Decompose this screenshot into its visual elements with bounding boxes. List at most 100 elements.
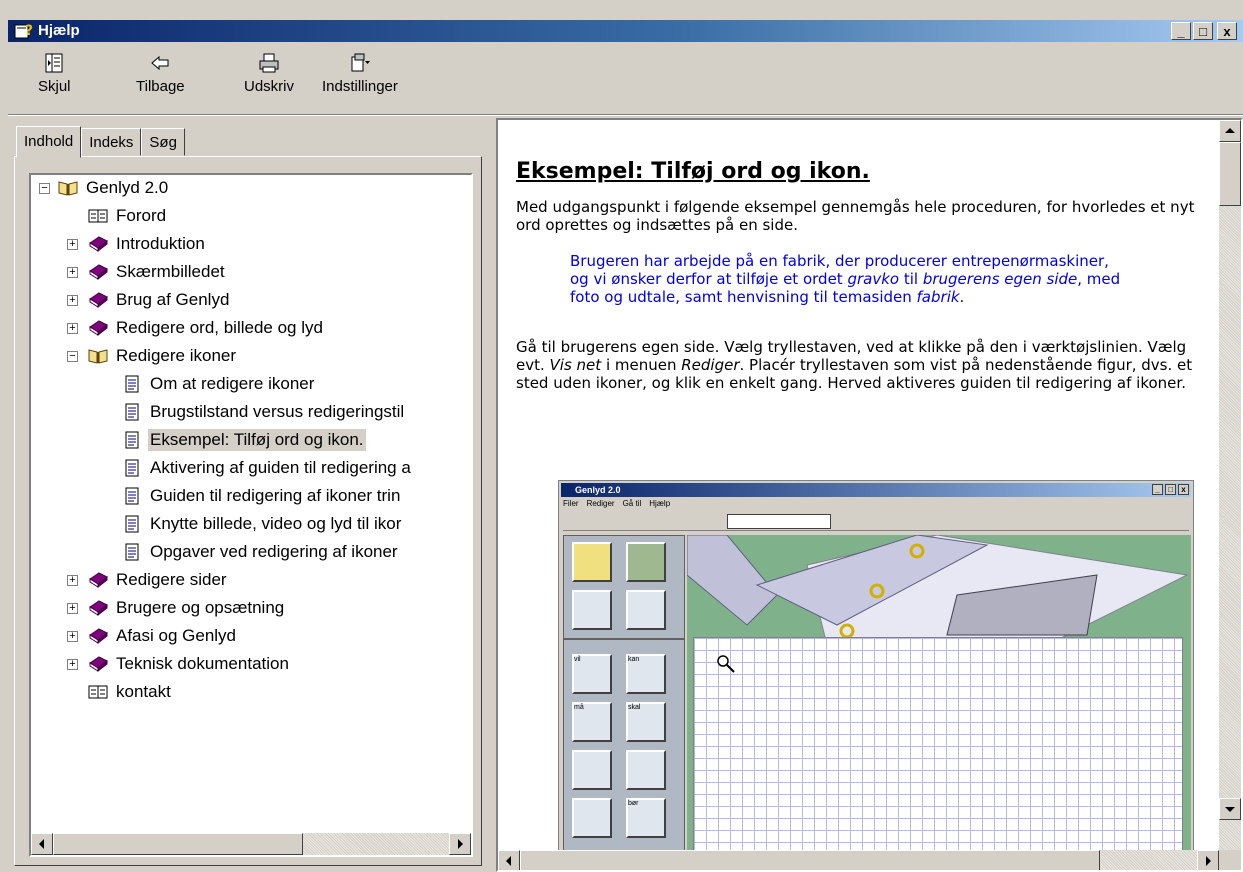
back-button[interactable]: Tilbage xyxy=(136,52,185,95)
title-bar[interactable]: ? Hjælp _ □ x xyxy=(8,20,1243,42)
maximize-button[interactable]: □ xyxy=(1193,22,1213,40)
expand-toggle[interactable]: + xyxy=(67,267,78,278)
navigation-pane: Indhold Indeks Søg − Genlyd 2.0 Forord +… xyxy=(8,118,486,872)
figure-cell-body xyxy=(572,798,612,838)
scroll-right-button[interactable] xyxy=(1197,850,1219,870)
hide-label: Skjul xyxy=(38,78,71,95)
collapse-toggle[interactable]: − xyxy=(39,183,50,194)
figure-cell-person-a xyxy=(572,750,612,790)
tree-node-knytte[interactable]: Knytte billede, video og lyd til ikor xyxy=(121,511,403,537)
magic-wand-cursor-icon xyxy=(717,655,735,673)
tree-node-eksempel-selected[interactable]: Eksempel: Tilføj ord og ikon. xyxy=(121,427,366,453)
figure-title: Genlyd 2.0 xyxy=(575,485,621,495)
back-label: Tilbage xyxy=(136,78,185,95)
scroll-down-button[interactable] xyxy=(1219,798,1241,820)
closed-book-icon xyxy=(89,628,108,645)
tree-node-teknisk[interactable]: Teknisk dokumentation xyxy=(87,651,291,677)
toolbar: Skjul Tilbage Udskriv Indstillinger xyxy=(8,44,1243,114)
tree-node-brugere[interactable]: Brugere og opsætning xyxy=(87,595,286,621)
open-book-icon xyxy=(58,181,78,196)
figure-titlebar: Genlyd 2.0 _ □ x xyxy=(561,483,1191,497)
tree-node-kontakt[interactable]: kontakt xyxy=(87,679,173,705)
printer-icon xyxy=(259,53,279,73)
document-page-icon xyxy=(125,375,139,393)
help-topic-book-icon xyxy=(88,209,108,223)
document-page-icon xyxy=(125,515,139,533)
expand-toggle[interactable]: + xyxy=(67,575,78,586)
tree-node-brug-af-genlyd[interactable]: Brug af Genlyd xyxy=(87,287,231,313)
topic-horizontal-scrollbar[interactable] xyxy=(498,850,1219,870)
scroll-left-button[interactable] xyxy=(31,833,53,855)
expand-toggle[interactable]: + xyxy=(67,603,78,614)
topic-vertical-scrollbar[interactable] xyxy=(1219,120,1241,850)
contents-tree: − Genlyd 2.0 Forord + Introduktion + Skæ… xyxy=(29,173,473,857)
figure-menu-item: Rediger xyxy=(586,499,615,508)
scroll-thumb[interactable] xyxy=(53,833,303,855)
tree-node-root[interactable]: Genlyd 2.0 xyxy=(57,175,170,201)
figure-menu-item: Filer xyxy=(563,499,579,508)
document-page-icon xyxy=(125,487,139,505)
scroll-up-button[interactable] xyxy=(1219,120,1241,142)
figure-menubar: Filer Rediger Gå til Hjælp xyxy=(563,499,670,508)
topic-heading: Eksempel: Tilføj ord og ikon. xyxy=(516,159,870,184)
scroll-thumb[interactable] xyxy=(520,850,1100,870)
help-window: ? Hjælp _ □ x Skjul Tilbage Udskriv Inds… xyxy=(0,0,1243,872)
figure-minimize-icon: _ xyxy=(1152,484,1163,495)
tree-node-redigere-sider[interactable]: Redigere sider xyxy=(87,567,229,593)
expand-toggle[interactable]: + xyxy=(67,239,78,250)
minimize-button[interactable]: _ xyxy=(1171,22,1191,40)
pane-splitter[interactable] xyxy=(486,118,496,872)
tree-horizontal-scrollbar[interactable] xyxy=(31,833,471,855)
figure-close-icon: x xyxy=(1178,484,1189,495)
figure-cell-bor: bør xyxy=(626,798,666,838)
scroll-right-button[interactable] xyxy=(449,833,471,855)
figure-toolbar xyxy=(563,513,1189,531)
tab-contents[interactable]: Indhold xyxy=(16,126,82,158)
figure-grid-area xyxy=(693,637,1183,870)
expand-toggle[interactable]: + xyxy=(67,659,78,670)
tree-node-forord[interactable]: Forord xyxy=(87,203,168,229)
close-button[interactable]: x xyxy=(1217,22,1237,40)
tree-node-opgaver[interactable]: Opgaver ved redigering af ikoner xyxy=(121,539,400,565)
window-title: Hjælp xyxy=(38,22,80,39)
tree-node-redigere-ord[interactable]: Redigere ord, billede og lyd xyxy=(87,315,325,341)
contents-tab-panel: − Genlyd 2.0 Forord + Introduktion + Skæ… xyxy=(14,156,482,866)
tree-node-redigere-ikoner[interactable]: Redigere ikoner xyxy=(87,343,238,369)
tab-search[interactable]: Søg xyxy=(141,128,185,156)
scroll-left-button[interactable] xyxy=(498,850,520,870)
figure-menu-item: Gå til xyxy=(622,499,642,508)
tree-node-om-at-redigere[interactable]: Om at redigere ikoner xyxy=(121,371,316,397)
tree-node-aktivering[interactable]: Aktivering af guiden til redigering a xyxy=(121,455,413,481)
collapse-toggle[interactable]: − xyxy=(67,351,78,362)
scroll-thumb[interactable] xyxy=(1219,142,1241,206)
options-icon xyxy=(351,53,370,72)
tab-index[interactable]: Indeks xyxy=(81,128,142,156)
figure-panel-divider xyxy=(564,638,684,640)
example-screenshot-figure: Genlyd 2.0 _ □ x Filer Rediger Gå til Hj… xyxy=(558,480,1194,870)
figure-cell-maa: må xyxy=(572,702,612,742)
hide-button[interactable]: Skjul xyxy=(38,52,71,95)
tree-node-skaermbilledet[interactable]: Skærmbilledet xyxy=(87,259,227,285)
closed-book-icon xyxy=(89,264,108,281)
tree-node-guiden[interactable]: Guiden til redigering af ikoner trin xyxy=(121,483,402,509)
intro-paragraph: Med udgangspunkt i følgende eksempel gen… xyxy=(516,198,1195,234)
figure-cell-skal: skal xyxy=(626,702,666,742)
options-button[interactable]: Indstillinger xyxy=(322,52,398,95)
tree-node-brugstilstand[interactable]: Brugstilstand versus redigeringstil xyxy=(121,399,406,425)
print-button[interactable]: Udskriv xyxy=(244,52,294,95)
closed-book-icon xyxy=(89,292,108,309)
figure-book-icon xyxy=(572,590,612,630)
left-arrow-icon xyxy=(506,856,511,866)
nav-tabs: Indhold Indeks Søg xyxy=(16,126,185,158)
figure-cell-kan: kan xyxy=(626,654,666,694)
document-page-icon xyxy=(125,403,139,421)
expand-toggle[interactable]: + xyxy=(67,631,78,642)
tree-node-introduktion[interactable]: Introduktion xyxy=(87,231,207,257)
expand-toggle[interactable]: + xyxy=(67,323,78,334)
expand-toggle[interactable]: + xyxy=(67,295,78,306)
document-page-icon xyxy=(125,543,139,561)
tree-node-afasi[interactable]: Afasi og Genlyd xyxy=(87,623,238,649)
figure-cell-person-b xyxy=(626,750,666,790)
closed-book-icon xyxy=(89,320,108,337)
figure-combobox xyxy=(727,514,831,529)
